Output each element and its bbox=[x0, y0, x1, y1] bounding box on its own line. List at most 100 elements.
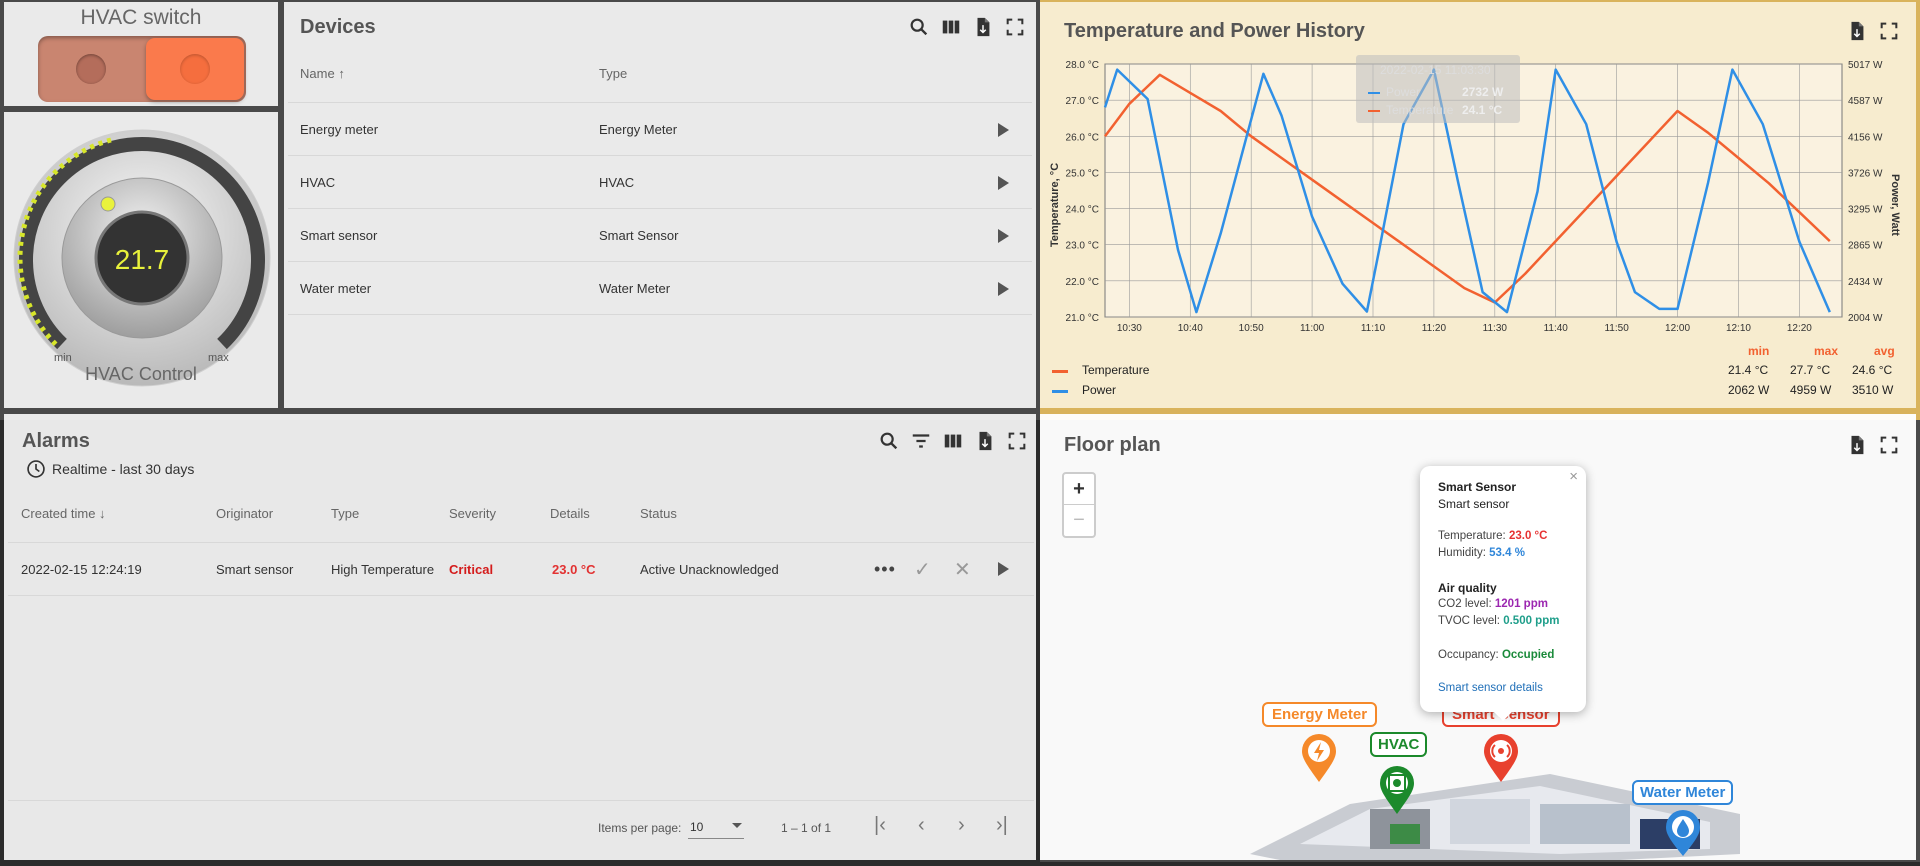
row-divider bbox=[288, 314, 1032, 315]
device-details-play-icon[interactable] bbox=[998, 229, 1009, 243]
alarm-row[interactable]: 2022-02-15 12:24:19 Smart sensor High Te… bbox=[8, 543, 1034, 595]
hvac-marker[interactable]: HVAC bbox=[1370, 732, 1430, 820]
knob-max-label: max bbox=[208, 352, 229, 364]
y2-tick-label: 2004 W bbox=[1848, 313, 1883, 324]
device-row[interactable]: Energy meter Energy Meter bbox=[288, 103, 1032, 155]
device-row[interactable]: HVAC HVAC bbox=[288, 156, 1032, 208]
columns-icon[interactable] bbox=[942, 430, 964, 452]
export-icon[interactable] bbox=[1846, 434, 1868, 456]
column-header-type[interactable]: Type bbox=[331, 506, 359, 521]
column-header-name-label: Name bbox=[300, 66, 335, 81]
tooltip-power-label: Power bbox=[1386, 85, 1421, 99]
energy-meter-marker[interactable]: Energy Meter bbox=[1262, 702, 1378, 786]
first-page-icon[interactable]: |‹ bbox=[874, 814, 886, 837]
hvac-control-panel: 21.7 min max HVAC Control bbox=[4, 112, 278, 408]
popup-co2-value: 1201 ppm bbox=[1494, 598, 1548, 610]
device-row[interactable]: Smart sensor Smart Sensor bbox=[288, 209, 1032, 261]
y2-axis-label: Power, Watt bbox=[1889, 174, 1901, 236]
device-details-play-icon[interactable] bbox=[998, 176, 1009, 190]
fullscreen-icon[interactable] bbox=[1006, 430, 1028, 452]
device-name: HVAC bbox=[300, 175, 336, 190]
items-per-page-label: Items per page: bbox=[598, 821, 682, 835]
history-panel: Temperature and Power History 21.0 °C 22.… bbox=[1040, 2, 1916, 408]
fullscreen-icon[interactable] bbox=[1004, 16, 1026, 38]
knob-value: 21.7 bbox=[114, 244, 170, 275]
hvac-switch-panel: HVAC switch bbox=[4, 2, 278, 106]
device-details-play-icon[interactable] bbox=[998, 123, 1009, 137]
legend-row-temperature[interactable]: Temperature 21.4 °C 27.7 °C 24.6 °C bbox=[1052, 362, 1912, 380]
sort-arrow-up-icon: ↑ bbox=[338, 66, 345, 81]
prev-page-icon[interactable]: ‹ bbox=[918, 814, 925, 837]
water-meter-marker[interactable]: Water Meter bbox=[1632, 780, 1748, 860]
device-row[interactable]: Water meter Water Meter bbox=[288, 262, 1032, 314]
x-tick-label: 10:30 bbox=[1117, 323, 1142, 334]
marker-label: HVAC bbox=[1370, 732, 1428, 757]
y-tick-label: 21.0 °C bbox=[1066, 313, 1099, 324]
smart-sensor-marker[interactable]: Smart Sensor bbox=[1442, 702, 1582, 786]
smart-sensor-details-link[interactable]: Smart sensor details bbox=[1438, 682, 1543, 694]
column-header-details[interactable]: Details bbox=[550, 506, 590, 521]
tooltip-power-value: 2732 W bbox=[1462, 85, 1504, 99]
zoom-out-button[interactable]: − bbox=[1064, 505, 1094, 535]
legend-swatch bbox=[1052, 390, 1068, 393]
hvac-switch-toggle[interactable] bbox=[38, 36, 246, 102]
legend-avg: 3510 W bbox=[1852, 383, 1894, 397]
fullscreen-icon[interactable] bbox=[1878, 434, 1900, 456]
popup-humidity: Humidity: 53.4 % bbox=[1438, 547, 1525, 559]
page-size-value: 10 bbox=[690, 820, 704, 834]
acknowledge-check-icon[interactable]: ✓ bbox=[914, 557, 931, 582]
y2-tick-label: 3295 W bbox=[1848, 205, 1883, 216]
column-header-severity[interactable]: Severity bbox=[449, 506, 496, 521]
zoom-in-button[interactable]: + bbox=[1064, 474, 1094, 505]
y2-tick-label: 3726 W bbox=[1848, 168, 1883, 179]
popup-tvoc: TVOC level: 0.500 ppm bbox=[1438, 615, 1559, 627]
last-page-icon[interactable]: ›| bbox=[996, 814, 1008, 837]
popup-co2-label: CO2 level: bbox=[1438, 598, 1492, 610]
y2-tick-label: 4156 W bbox=[1848, 132, 1883, 143]
column-header-type[interactable]: Type bbox=[599, 66, 627, 81]
legend-max: 27.7 °C bbox=[1790, 363, 1831, 377]
knob-min-label: min bbox=[54, 352, 72, 364]
export-icon[interactable] bbox=[972, 16, 994, 38]
filter-icon[interactable] bbox=[910, 430, 932, 452]
search-icon[interactable] bbox=[908, 16, 930, 38]
clear-close-icon[interactable]: ✕ bbox=[954, 557, 971, 582]
y-tick-label: 24.0 °C bbox=[1066, 205, 1099, 216]
history-chart: 21.0 °C 22.0 °C 23.0 °C 24.0 °C 25.0 °C 26.0 … bbox=[1049, 60, 1901, 334]
x-tick-label: 11:30 bbox=[1483, 323, 1508, 334]
column-header-status[interactable]: Status bbox=[640, 506, 677, 521]
page-size-select[interactable]: 10 bbox=[688, 816, 744, 839]
device-name: Smart sensor bbox=[300, 228, 378, 243]
popup-temperature-label: Temperature: bbox=[1438, 530, 1506, 542]
more-icon[interactable]: ••• bbox=[874, 559, 896, 579]
export-icon[interactable] bbox=[974, 430, 996, 452]
alarms-panel: Alarms Realtime - last 30 days Created t… bbox=[4, 414, 1036, 860]
legend-name: Temperature bbox=[1082, 363, 1150, 377]
column-header-name[interactable]: Name ↑ bbox=[300, 66, 345, 81]
device-details-play-icon[interactable] bbox=[998, 282, 1009, 296]
pagination-divider bbox=[8, 800, 1034, 801]
columns-icon[interactable] bbox=[940, 16, 962, 38]
switch-thumb bbox=[146, 38, 244, 100]
column-header-originator[interactable]: Originator bbox=[216, 506, 273, 521]
popup-title: Smart Sensor bbox=[1438, 480, 1517, 494]
popup-tvoc-label: TVOC level: bbox=[1438, 615, 1500, 627]
column-header-created[interactable]: Created time ↓ bbox=[21, 506, 106, 521]
devices-panel: Devices Name ↑ Type Energy meter Energy … bbox=[284, 2, 1036, 408]
legend-header-avg: avg bbox=[1874, 344, 1895, 358]
legend-min: 2062 W bbox=[1728, 383, 1770, 397]
marker-label: Energy Meter bbox=[1262, 702, 1378, 727]
search-icon[interactable] bbox=[878, 430, 900, 452]
tooltip-time: 2022-02-15 11:03:30 bbox=[1380, 63, 1491, 77]
y2-tick-label: 2865 W bbox=[1848, 241, 1883, 252]
popup-close-icon[interactable]: × bbox=[1569, 468, 1578, 485]
y2-tick-label: 5017 W bbox=[1848, 60, 1883, 71]
tooltip-temp-value: 24.1 °C bbox=[1462, 103, 1503, 117]
legend-row-power[interactable]: Power 2062 W 4959 W 3510 W bbox=[1052, 382, 1912, 400]
popup-tip bbox=[1494, 712, 1512, 721]
popup-occupancy-value: Occupied bbox=[1501, 649, 1555, 661]
realtime-label: Realtime - last 30 days bbox=[52, 461, 195, 477]
alarm-details-play-icon[interactable] bbox=[998, 562, 1009, 576]
next-page-icon[interactable]: › bbox=[958, 814, 965, 837]
legend-header-min: min bbox=[1748, 344, 1770, 358]
